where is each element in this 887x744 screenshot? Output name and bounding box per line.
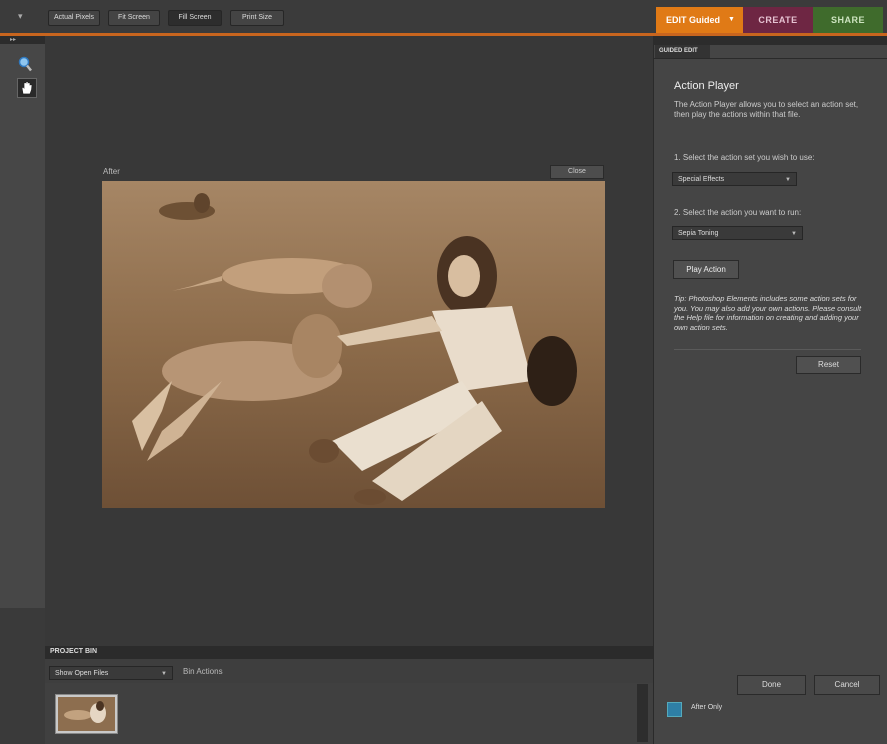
step1-label: 1. Select the action set you wish to use…: [674, 153, 815, 162]
chevron-down-icon: ▼: [728, 16, 735, 23]
after-only-label: After Only: [691, 704, 723, 711]
action-dropdown[interactable]: Sepia Toning ▼: [672, 226, 803, 240]
tab-guided-edit[interactable]: GUIDED EDIT: [655, 45, 710, 58]
cancel-button[interactable]: Cancel: [814, 675, 880, 695]
bin-scrollbar[interactable]: [637, 684, 648, 742]
project-bin-header: [45, 646, 653, 659]
actual-pixels-button[interactable]: Actual Pixels: [48, 10, 100, 26]
panel-title: Action Player: [674, 80, 739, 92]
sepia-photo-icon: [102, 181, 605, 508]
close-button[interactable]: Close: [550, 165, 604, 179]
fill-screen-button[interactable]: Fill Screen: [168, 10, 222, 26]
tab-edit[interactable]: EDIT Guided ▼: [656, 7, 743, 33]
guided-edit-panel: [653, 36, 887, 744]
action-set-dropdown[interactable]: Special Effects ▼: [672, 172, 797, 186]
show-files-value: Show Open Files: [55, 670, 109, 677]
show-files-dropdown[interactable]: Show Open Files ▼: [49, 666, 173, 680]
tip-text: Tip: Photoshop Elements includes some ac…: [674, 294, 862, 332]
tab-create[interactable]: CREATE: [743, 7, 813, 33]
view-mode-icon[interactable]: [667, 702, 682, 717]
tool-panel: [0, 36, 45, 608]
reset-button[interactable]: Reset: [796, 356, 861, 374]
action-set-value: Special Effects: [678, 176, 725, 183]
photo-thumbnail[interactable]: [55, 694, 118, 734]
expand-toolbox-icon[interactable]: ▸▸: [0, 36, 45, 44]
play-action-button[interactable]: Play Action: [673, 260, 739, 279]
bin-actions-menu[interactable]: Bin Actions: [183, 667, 223, 676]
divider: [674, 349, 861, 350]
chevron-down-icon: ▼: [161, 671, 167, 677]
panel-divider: [653, 58, 887, 59]
menu-arrow-icon[interactable]: ▾: [18, 11, 23, 22]
step2-label: 2. Select the action you want to run:: [674, 208, 802, 217]
zoom-tool-icon[interactable]: [18, 56, 32, 77]
view-label: After: [103, 167, 120, 176]
chevron-down-icon: ▼: [785, 177, 791, 183]
chevron-down-icon: ▼: [791, 231, 797, 237]
print-size-button[interactable]: Print Size: [230, 10, 284, 26]
hand-tool-icon[interactable]: [17, 78, 37, 98]
tab-share[interactable]: SHARE: [813, 7, 883, 33]
panel-header: [653, 36, 887, 45]
panel-description: The Action Player allows you to select a…: [674, 100, 859, 119]
fit-screen-button[interactable]: Fit Screen: [108, 10, 160, 26]
tab-edit-label: EDIT Guided: [666, 15, 720, 25]
done-button[interactable]: Done: [737, 675, 806, 695]
project-bin-area: [45, 683, 653, 744]
action-value: Sepia Toning: [678, 230, 719, 237]
project-bin-title: PROJECT BIN: [50, 648, 98, 655]
